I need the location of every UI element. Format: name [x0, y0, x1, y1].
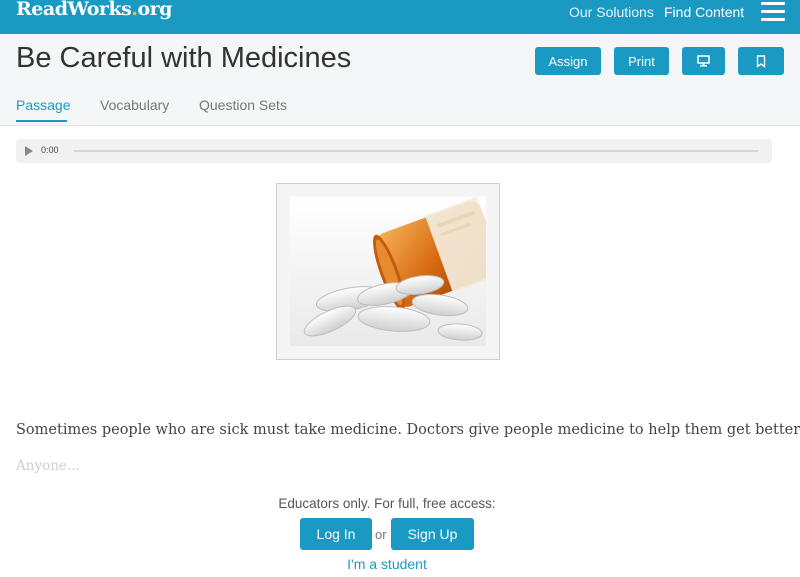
active-tab-indicator: [16, 120, 67, 122]
passage-text: Sometimes people who are sick must take …: [16, 422, 800, 438]
nav-our-solutions[interactable]: Our Solutions: [569, 4, 654, 20]
bookmark-button[interactable]: [738, 47, 784, 75]
present-button[interactable]: [682, 47, 725, 75]
top-navigation-bar: ReadWorks.org Our Solutions Find Content: [0, 0, 800, 34]
monitor-icon: [697, 55, 710, 67]
passage-fade-text: Anyone...: [16, 458, 80, 474]
audio-progress-bar[interactable]: [74, 150, 758, 152]
assign-button[interactable]: Assign: [535, 47, 601, 75]
readworks-logo[interactable]: ReadWorks.org: [16, 0, 172, 20]
tab-vocabulary[interactable]: Vocabulary: [100, 97, 169, 113]
pill-bottle-image: [290, 197, 486, 346]
passage-image-frame: [276, 183, 500, 360]
play-icon[interactable]: [25, 146, 33, 156]
bookmark-icon: [756, 54, 766, 68]
lesson-header: Be Careful with Medicines Assign Print P…: [0, 34, 800, 126]
log-in-button[interactable]: Log In: [300, 518, 372, 550]
audio-player: 0:00: [16, 139, 772, 163]
tab-passage[interactable]: Passage: [16, 97, 70, 113]
hamburger-menu-icon[interactable]: [761, 2, 785, 22]
access-message: Educators only. For full, free access:: [278, 496, 496, 511]
print-button[interactable]: Print: [614, 47, 669, 75]
student-link[interactable]: I'm a student: [0, 556, 774, 572]
audio-time: 0:00: [41, 145, 59, 155]
tab-question-sets[interactable]: Question Sets: [199, 97, 287, 113]
nav-find-content[interactable]: Find Content: [664, 4, 744, 20]
or-separator: or: [375, 527, 387, 542]
page-title: Be Careful with Medicines: [16, 42, 352, 74]
sign-up-button[interactable]: Sign Up: [391, 518, 474, 550]
